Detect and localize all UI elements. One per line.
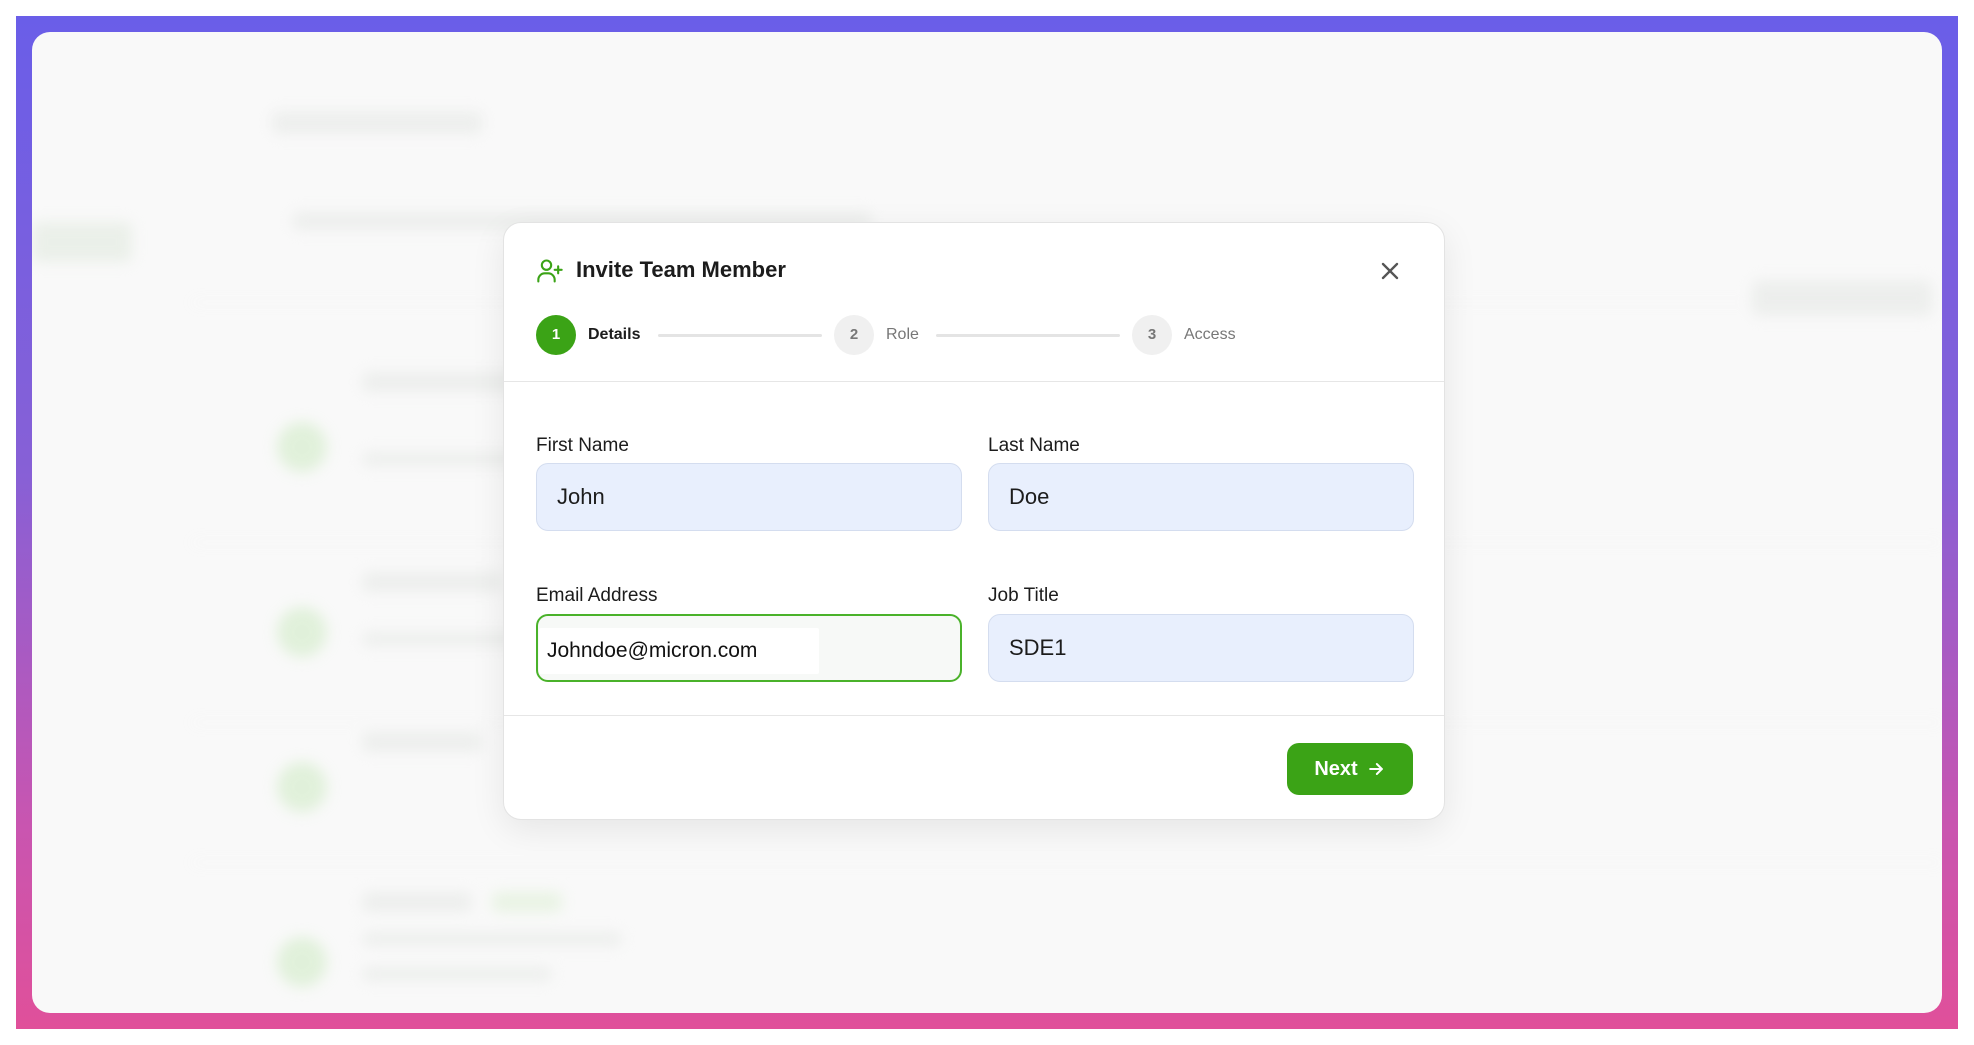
step-3-label: Access xyxy=(1184,326,1236,343)
first-name-label: First Name xyxy=(536,435,629,456)
user-plus-icon xyxy=(536,257,564,285)
close-button[interactable] xyxy=(1376,257,1404,285)
dialog-title: Invite Team Member xyxy=(576,257,786,282)
step-3-indicator: 3 xyxy=(1132,315,1172,355)
step-connector xyxy=(658,334,822,337)
step-2-indicator: 2 xyxy=(834,315,874,355)
next-button[interactable]: Next xyxy=(1287,743,1413,795)
email-address-input[interactable] xyxy=(536,614,962,682)
arrow-right-icon xyxy=(1368,763,1383,775)
first-name-input[interactable] xyxy=(536,463,962,531)
step-connector xyxy=(936,334,1120,337)
invite-team-member-dialog: Invite Team Member 1 Details 2 Role 3 Ac… xyxy=(503,222,1445,820)
progress-stepper: 1 Details 2 Role 3 Access xyxy=(536,315,1296,355)
close-icon xyxy=(1381,262,1399,280)
last-name-label: Last Name xyxy=(988,435,1080,456)
step-2-label: Role xyxy=(886,326,919,343)
dialog-header: Invite Team Member 1 Details 2 Role 3 Ac… xyxy=(504,223,1444,382)
footer-divider xyxy=(504,715,1444,716)
next-button-label: Next xyxy=(1314,757,1358,780)
step-1-indicator: 1 xyxy=(536,315,576,355)
job-title-label: Job Title xyxy=(988,585,1059,606)
last-name-input[interactable] xyxy=(988,463,1414,531)
email-address-label: Email Address xyxy=(536,585,658,606)
job-title-input[interactable] xyxy=(988,614,1414,682)
step-1-label: Details xyxy=(588,326,641,343)
